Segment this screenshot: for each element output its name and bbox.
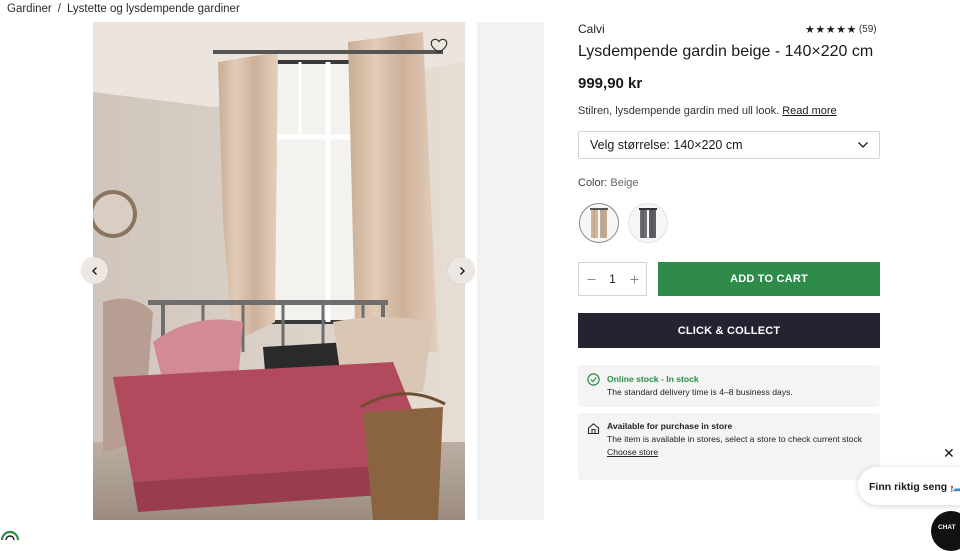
rating-stars-icon: ★★★★★: [805, 24, 857, 36]
chevron-left-icon: [91, 266, 97, 275]
product-main-image[interactable]: [93, 22, 465, 520]
breadcrumb-link-lystette[interactable]: Lystette og lysdempende gardiner: [67, 3, 240, 15]
color-label-text: Color:: [578, 177, 608, 189]
recycle-badge-icon[interactable]: [0, 529, 20, 541]
online-stock-delivery: The standard delivery time is 4–8 busine…: [607, 387, 793, 397]
next-product-image-preview[interactable]: [477, 22, 544, 520]
check-circle-icon: [587, 373, 600, 386]
breadcrumb-link-gardiner[interactable]: Gardiner: [7, 3, 52, 15]
product-rating[interactable]: ★★★★★ (59): [805, 23, 877, 36]
chevron-down-icon: [858, 142, 868, 148]
store-availability-body: The item is available in stores, select …: [607, 434, 863, 444]
color-swatch-grey[interactable]: [628, 203, 668, 243]
read-more-link[interactable]: Read more: [782, 105, 836, 117]
size-select-dropdown[interactable]: Velg størrelse: 140×220 cm: [578, 131, 880, 159]
color-label: Color: Beige: [578, 177, 639, 189]
store-availability-heading: Available for purchase in store: [607, 421, 733, 431]
grey-curtain-thumbnail: [639, 208, 657, 238]
color-swatch-beige[interactable]: [579, 203, 619, 243]
find-bed-chat-bubble[interactable]: Finn riktig seng 🛏️: [858, 467, 960, 505]
store-house-icon: [587, 423, 600, 435]
previous-image-button[interactable]: [81, 257, 108, 284]
online-stock-panel: Online stock - In stock The standard del…: [578, 365, 880, 407]
online-stock-heading: Online stock - In stock: [607, 374, 699, 384]
close-chat-prompt-button[interactable]: ✕: [943, 445, 955, 462]
heart-icon: [430, 38, 448, 54]
product-photo-illustration: [93, 22, 465, 520]
wishlist-heart-button[interactable]: [430, 38, 450, 56]
color-label-value: Beige: [610, 177, 639, 189]
product-short-description: Stilren, lysdempende gardin med ull look…: [578, 105, 837, 117]
product-price: 999,90 kr: [578, 75, 643, 92]
breadcrumb: Gardiner / Lystette og lysdempende gardi…: [7, 3, 240, 15]
plus-icon: [630, 275, 638, 283]
store-availability-panel: Available for purchase in store The item…: [578, 413, 880, 480]
store-availability-text: Available for purchase in store The item…: [607, 420, 872, 459]
product-brand[interactable]: Calvi: [578, 22, 605, 36]
chat-button[interactable]: CHAT: [931, 511, 960, 551]
choose-store-link[interactable]: Choose store: [607, 446, 872, 459]
add-to-cart-button[interactable]: ADD TO CART: [658, 262, 880, 296]
quantity-increase-button[interactable]: [628, 272, 640, 287]
size-select-value: Velg størrelse: 140×220 cm: [590, 138, 743, 152]
rating-count: (59): [858, 24, 877, 35]
chevron-right-icon: [459, 266, 465, 275]
online-stock-text: Online stock - In stock The standard del…: [607, 373, 872, 399]
breadcrumb-separator: /: [57, 3, 61, 15]
quantity-decrease-button[interactable]: [585, 272, 597, 287]
click-and-collect-button[interactable]: CLICK & COLLECT: [578, 313, 880, 348]
quantity-value[interactable]: 1: [609, 272, 616, 286]
short-description-text: Stilren, lysdempende gardin med ull look…: [578, 105, 780, 117]
beige-curtain-thumbnail: [590, 208, 608, 238]
product-title: Lysdempende gardin beige - 140×220 cm: [578, 43, 874, 60]
quantity-stepper[interactable]: 1: [578, 262, 647, 296]
minus-icon: [587, 278, 595, 280]
next-image-button[interactable]: [448, 257, 475, 284]
